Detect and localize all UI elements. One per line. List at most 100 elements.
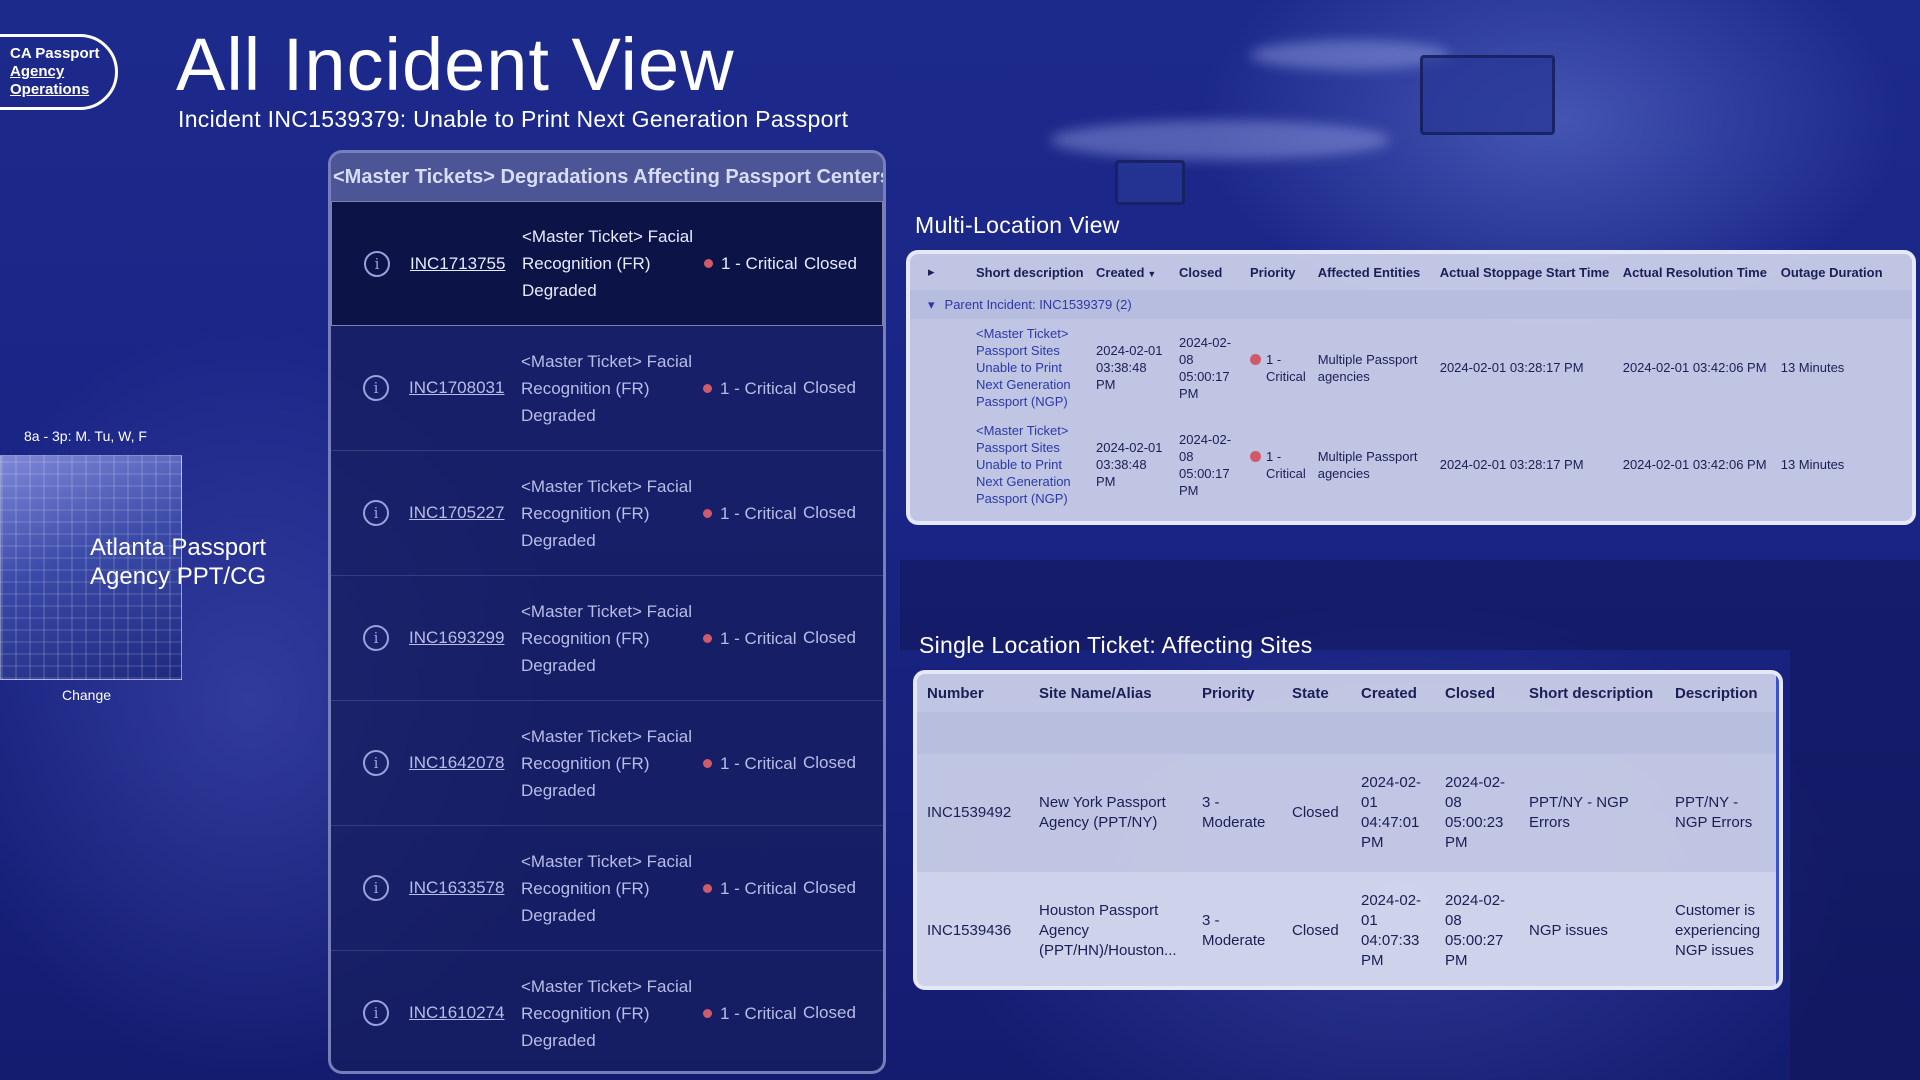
number-cell[interactable]: INC1539492 (917, 754, 1029, 872)
single-location-row[interactable]: INC1539436 Houston Passport Agency (PPT/H… (917, 872, 1776, 986)
ticket-state: Closed (803, 503, 856, 522)
single-location-row[interactable]: INC1539492 New York Passport Agency (PPT/… (917, 754, 1776, 872)
priority-label: 1 - Critical (720, 1003, 797, 1023)
ticket-description: <Master Ticket> Facial Recognition (FR) … (521, 976, 693, 1050)
short-description-cell: NGP issues (1519, 872, 1665, 986)
state-cell: Closed (1282, 872, 1351, 986)
ticket-number-link[interactable]: INC1610274 (409, 1003, 521, 1023)
number-cell[interactable]: INC1539436 (917, 872, 1029, 986)
col-affected-entities[interactable]: Affected Entities (1312, 254, 1434, 290)
logo-line-3: Operations (10, 81, 90, 98)
priority-cell: 1 - Critical (1244, 319, 1312, 416)
col-state[interactable]: State (1282, 674, 1351, 712)
master-ticket-row[interactable]: i INC1708031 <Master Ticket> Facial Recogn… (331, 326, 883, 451)
col-number[interactable]: Number (917, 674, 1029, 712)
ticket-description: <Master Ticket> Facial Recognition (FR) … (521, 351, 693, 425)
col-stoppage-start[interactable]: Actual Stoppage Start Time (1434, 254, 1617, 290)
created-cell: 2024-02-01 04:47:01 PM (1361, 774, 1422, 851)
site-cell: New York Passport Agency (PPT/NY) (1039, 794, 1166, 831)
ticket-description: <Master Ticket> Facial Recognition (FR) … (521, 476, 693, 550)
master-tickets-header: <Master Tickets> Degradations Affecting … (331, 153, 883, 201)
location-hours: 8a - 3p: M. Tu, W, F (24, 428, 147, 444)
col-priority[interactable]: Priority (1244, 254, 1312, 290)
critical-dot-icon (703, 633, 712, 643)
col-site-name[interactable]: Site Name/Alias (1029, 674, 1192, 712)
info-icon[interactable]: i (363, 625, 389, 651)
parent-incident-label: Parent Incident: INC1539379 (2) (944, 297, 1132, 312)
ticket-state: Closed (803, 628, 856, 647)
info-icon[interactable]: i (363, 375, 389, 401)
closed-cell: 2024-02-08 05:00:27 PM (1435, 872, 1519, 986)
ticket-number-link[interactable]: INC1642078 (409, 753, 521, 773)
page-subtitle: Incident INC1539379: Unable to Print Nex… (178, 106, 849, 132)
col-closed[interactable]: Closed (1173, 254, 1244, 290)
col-priority[interactable]: Priority (1192, 674, 1282, 712)
ticket-number-link[interactable]: INC1633578 (409, 878, 521, 898)
state-cell: Closed (1292, 804, 1339, 821)
description-cell: PPT/NY - NGP Errors (1675, 794, 1753, 831)
critical-dot-icon (703, 1008, 712, 1018)
col-resolution-time[interactable]: Actual Resolution Time (1617, 254, 1775, 290)
col-created[interactable]: Created (1351, 674, 1435, 712)
ticket-description: <Master Ticket> Facial Recognition (FR) … (521, 851, 693, 925)
ticket-number-link[interactable]: INC1705227 (409, 503, 521, 523)
priority-cell: 1 - Critical (1244, 416, 1312, 513)
change-location-link[interactable]: Change (62, 687, 111, 703)
priority-cell: 3 - Moderate (1202, 794, 1266, 831)
critical-dot-icon (703, 383, 712, 393)
stoppage-cell: 2024-02-01 03:28:17 PM (1439, 457, 1584, 472)
multi-location-row[interactable]: <Master Ticket> Passport Sites Unable to… (910, 416, 1912, 513)
critical-dot-icon (703, 758, 712, 768)
priority-label: 1 - Critical (721, 254, 798, 273)
row-spacer (910, 319, 970, 416)
col-short-description[interactable]: Short description (970, 254, 1090, 290)
info-icon[interactable]: i (364, 250, 390, 277)
duration-cell: 13 Minutes (1780, 457, 1845, 472)
col-short-description[interactable]: Short description (1519, 674, 1665, 712)
master-ticket-row[interactable]: i INC1705227 <Master Ticket> Facial Recogn… (331, 451, 883, 576)
page-title: All Incident View (176, 23, 735, 106)
col-description[interactable]: Description (1665, 674, 1776, 712)
multi-location-row[interactable]: <Master Ticket> Passport Sites Unable to… (910, 319, 1912, 416)
info-icon[interactable]: i (363, 1000, 389, 1026)
master-ticket-row[interactable]: i INC1693299 <Master Ticket> Facial Recogn… (331, 576, 883, 701)
agency-logo[interactable]: CA Passport Agency Operations (0, 34, 118, 110)
sort-down-icon: ▼ (1147, 268, 1157, 279)
info-icon[interactable]: i (363, 750, 389, 776)
col-outage-duration[interactable]: Outage Duration (1775, 254, 1912, 290)
resolution-cell: 2024-02-01 03:42:06 PM (1622, 360, 1767, 375)
multi-location-title: Multi-Location View (915, 212, 1120, 238)
ticket-description: <Master Ticket> Facial Recognition (FR) … (521, 726, 693, 800)
short-description-link[interactable]: <Master Ticket> Passport Sites Unable to… (970, 319, 1090, 416)
multi-location-table: ▸ Short description Created ▼ Closed Prio… (906, 250, 1916, 525)
master-ticket-row[interactable]: i INC1633578 <Master Ticket> Facial Recogn… (331, 826, 883, 951)
priority-label: 1 - Critical (1266, 448, 1306, 481)
ticket-priority: 1 - Critical (703, 375, 803, 402)
master-ticket-row[interactable]: i INC1642078 <Master Ticket> Facial Recogn… (331, 701, 883, 826)
col-closed[interactable]: Closed (1435, 674, 1519, 712)
info-icon[interactable]: i (363, 500, 389, 526)
created-cell: 2024-02-01 03:38:48 PM (1096, 440, 1163, 489)
entities-cell: Multiple Passport agencies (1317, 351, 1418, 384)
caret-down-icon: ▾ (928, 297, 935, 312)
group-row-parent-incident[interactable]: ▾ Parent Incident: INC1539379 (2) (910, 290, 1912, 319)
master-ticket-row[interactable]: i INC1713755 <Master Ticket> Facial Recogn… (331, 201, 883, 326)
expand-all-toggle[interactable]: ▸ (910, 254, 970, 290)
ticket-number-link[interactable]: INC1713755 (410, 254, 522, 274)
created-cell: 2024-02-01 03:38:48 PM (1096, 343, 1163, 392)
ticket-priority: 1 - Critical (703, 1000, 803, 1027)
ticket-priority: 1 - Critical (703, 875, 803, 902)
info-icon[interactable]: i (363, 875, 389, 901)
ticket-priority: 1 - Critical (703, 750, 803, 777)
master-ticket-row[interactable]: i INC1610274 <Master Ticket> Facial Recogn… (331, 951, 883, 1071)
critical-dot-icon (703, 508, 712, 518)
row-spacer (910, 416, 970, 513)
ticket-description: <Master Ticket> Facial Recognition (FR) … (522, 227, 694, 300)
critical-dot-icon (704, 259, 713, 268)
ticket-number-link[interactable]: INC1693299 (409, 628, 521, 648)
filter-row (917, 712, 1776, 754)
col-created[interactable]: Created ▼ (1090, 254, 1173, 290)
short-description-link[interactable]: <Master Ticket> Passport Sites Unable to… (970, 416, 1090, 513)
ticket-number-link[interactable]: INC1708031 (409, 378, 521, 398)
critical-dot-icon (1250, 450, 1261, 462)
